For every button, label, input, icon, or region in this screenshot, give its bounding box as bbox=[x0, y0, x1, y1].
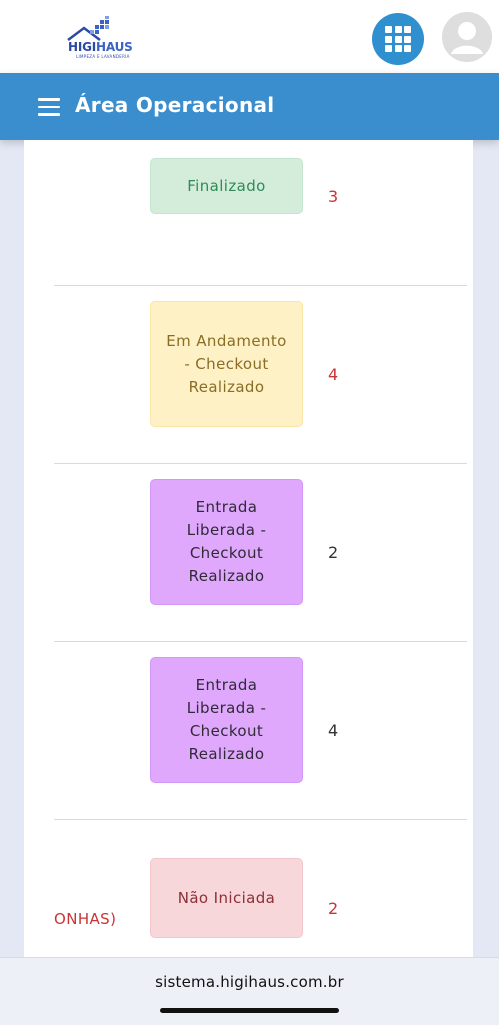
count-value: 2 bbox=[328, 543, 339, 562]
higihaus-logo[interactable]: HIGIHAUS LIMPEZA E LAVANDERIA bbox=[62, 16, 134, 64]
user-avatar-icon bbox=[442, 12, 492, 62]
apps-menu-button[interactable] bbox=[372, 13, 424, 65]
status-card: Finalizado 3 Em Andamento - Checkout Rea… bbox=[24, 140, 473, 960]
list-item: ONHAS) Não Iniciada 2 bbox=[24, 820, 473, 960]
status-badge: Entrada Liberada - Checkout Realizado bbox=[150, 657, 303, 783]
page-title: Área Operacional bbox=[75, 93, 275, 117]
list-item: Entrada Liberada - Checkout Realizado 2 bbox=[24, 464, 473, 641]
logo-text: HIGIHAUS bbox=[68, 40, 133, 54]
top-header: HIGIHAUS LIMPEZA E LAVANDERIA bbox=[0, 0, 499, 73]
home-indicator[interactable] bbox=[160, 1008, 339, 1013]
count-value: 4 bbox=[328, 365, 339, 384]
logo-tagline: LIMPEZA E LAVANDERIA bbox=[76, 54, 130, 59]
url-text[interactable]: sistema.higihaus.com.br bbox=[0, 973, 499, 991]
browser-url-bar[interactable]: sistema.higihaus.com.br bbox=[0, 957, 499, 1025]
list-item: Finalizado 3 bbox=[24, 140, 473, 285]
status-badge: Entrada Liberada - Checkout Realizado bbox=[150, 479, 303, 605]
count-value: 2 bbox=[328, 899, 339, 918]
list-item: Entrada Liberada - Checkout Realizado 4 bbox=[24, 642, 473, 819]
hamburger-icon[interactable] bbox=[38, 98, 60, 116]
user-avatar-button[interactable] bbox=[442, 12, 492, 62]
count-value: 3 bbox=[328, 187, 339, 206]
status-badge: Finalizado bbox=[150, 158, 303, 214]
list-item: Em Andamento - Checkout Realizado 4 bbox=[24, 286, 473, 463]
status-badge: Não Iniciada bbox=[150, 858, 303, 938]
apps-grid-icon bbox=[385, 26, 411, 52]
count-value: 4 bbox=[328, 721, 339, 740]
navbar: Área Operacional bbox=[0, 73, 499, 140]
clipped-cell-text: ONHAS) bbox=[54, 910, 117, 928]
status-badge: Em Andamento - Checkout Realizado bbox=[150, 301, 303, 427]
